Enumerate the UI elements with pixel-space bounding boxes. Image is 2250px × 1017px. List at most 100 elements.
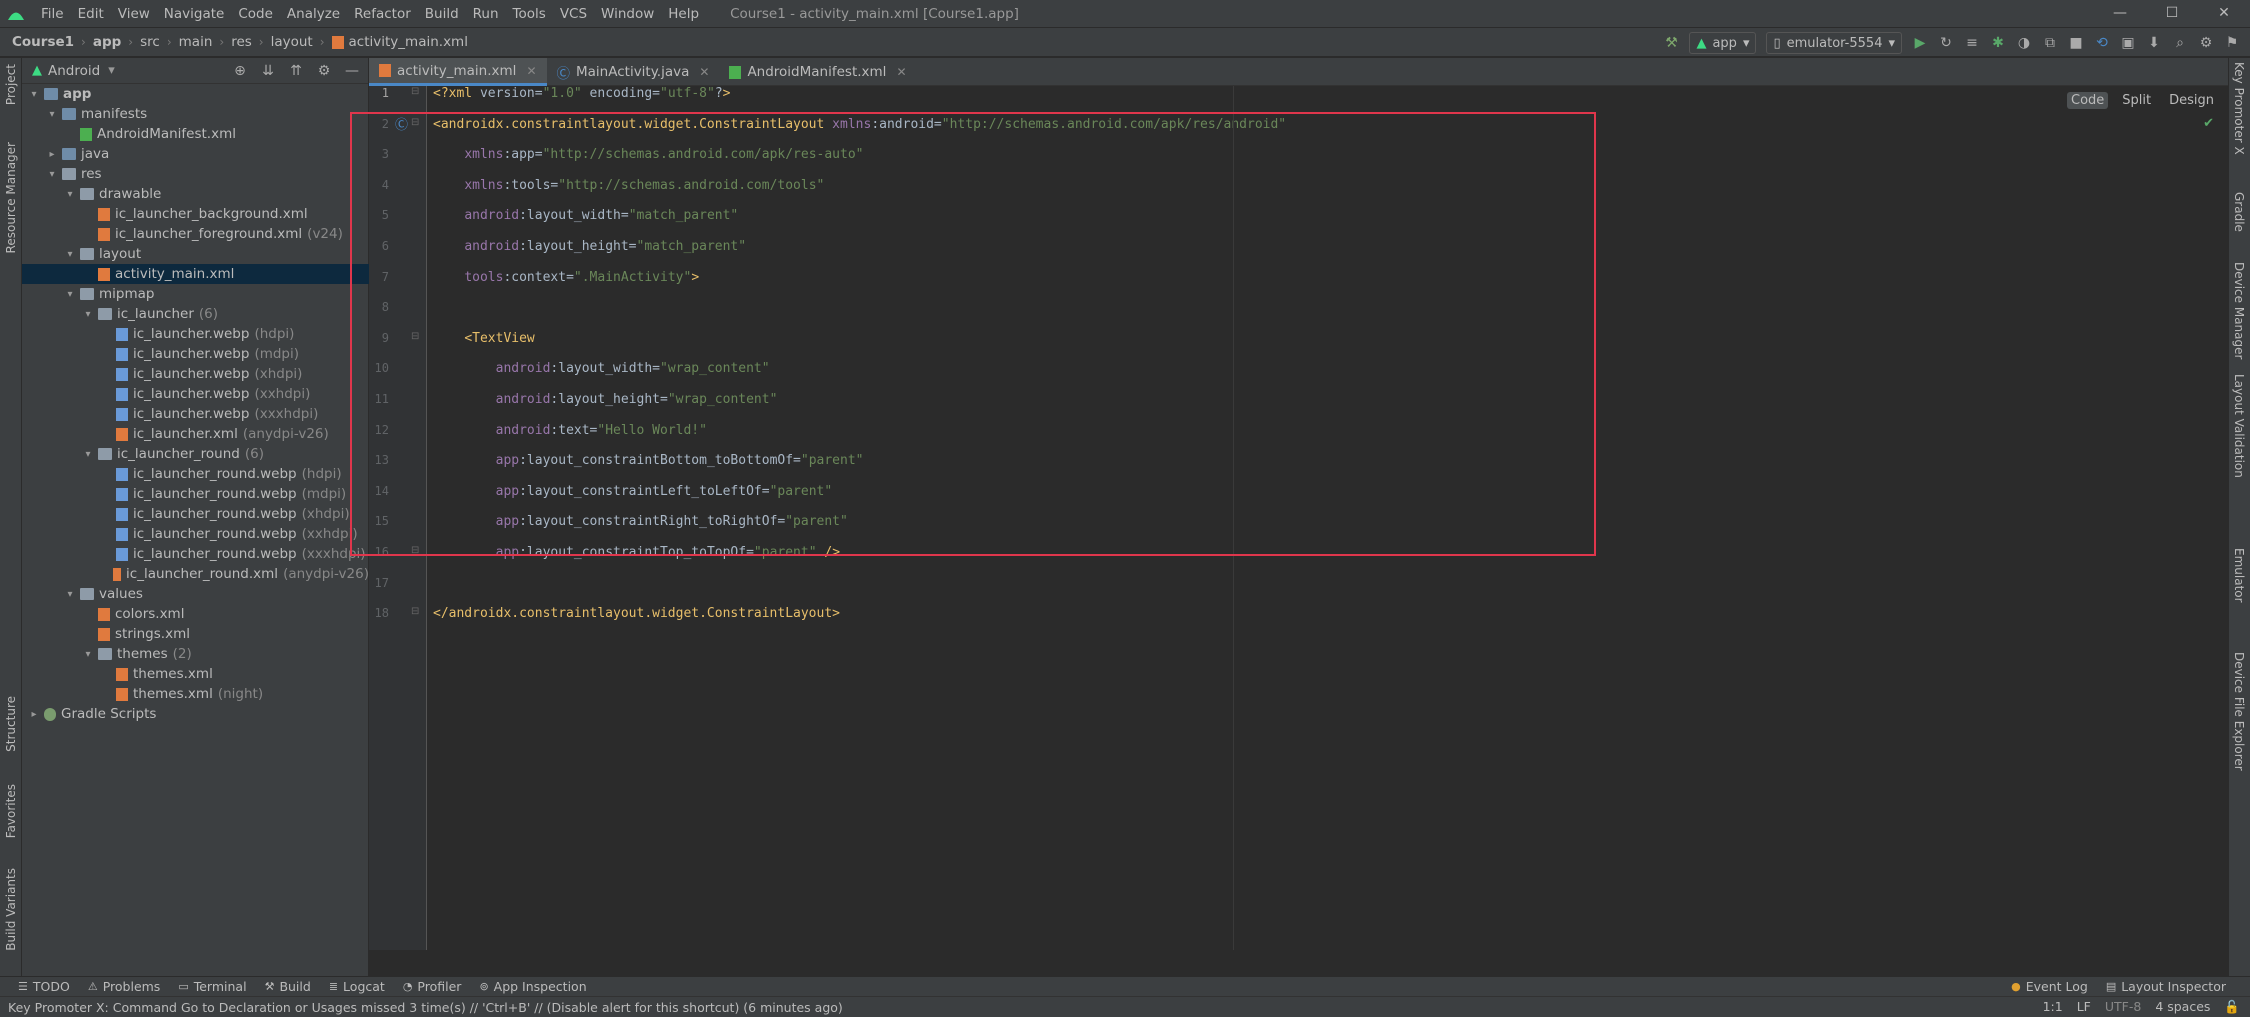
tree-item[interactable]: ic_launcher_round.webp (hdpi) <box>22 464 369 484</box>
fold-marker-icon[interactable]: ⊟ <box>411 117 419 128</box>
chevron-down-icon[interactable]: ▾ <box>64 249 76 260</box>
sdk-manager-icon[interactable]: ⬇ <box>2146 35 2162 51</box>
tree-item[interactable]: ▾ ic_launcher (6) <box>22 304 369 324</box>
tool-window-todo[interactable]: ☰ TODO <box>18 979 70 994</box>
tree-item[interactable]: ic_launcher.webp (hdpi) <box>22 324 369 344</box>
chevron-down-icon[interactable]: ▾ <box>82 649 94 660</box>
tree-item[interactable]: ic_launcher_round.xml (anydpi-v26) <box>22 564 369 584</box>
code-editor[interactable]: 1 2 3 4 5 6 7 8 9 10 11 12 13 14 15 16 17 18 Ⓒ ⊟ ⊟ ⊟ ⊟ ⊟ <?xml … <box>369 86 2228 950</box>
editor-tab[interactable]: Ⓒ MainActivity.java ✕ <box>547 58 720 86</box>
close-icon[interactable]: ✕ <box>526 64 536 78</box>
design-view-button[interactable]: Design <box>2165 92 2218 109</box>
fold-marker-icon[interactable]: ⊟ <box>411 331 419 342</box>
close-icon[interactable]: ✕ <box>699 65 709 79</box>
menu-item-help[interactable]: Help <box>661 6 706 22</box>
search-icon[interactable]: ⌕ <box>2172 35 2188 51</box>
menu-item-edit[interactable]: Edit <box>71 6 111 22</box>
menu-item-view[interactable]: View <box>111 6 157 22</box>
favorites-tool-tab[interactable]: Favorites <box>0 784 22 838</box>
menu-item-vcs[interactable]: VCS <box>553 6 594 22</box>
tree-item[interactable]: ic_launcher_round.webp (xhdpi) <box>22 504 369 524</box>
device-manager-tool-tab[interactable]: Device Manager <box>2228 262 2250 359</box>
tool-window-logcat[interactable]: ≣ Logcat <box>329 979 385 994</box>
caret-position[interactable]: 1:1 <box>2043 999 2063 1015</box>
project-view-select[interactable]: Android <box>48 63 100 79</box>
tree-item[interactable]: ic_launcher.xml (anydpi-v26) <box>22 424 369 444</box>
project-tool-tab[interactable]: Project <box>0 64 22 105</box>
tree-item[interactable]: AndroidManifest.xml <box>22 124 369 144</box>
attach-debugger-icon[interactable]: ⧉ <box>2042 35 2058 51</box>
chevron-down-icon[interactable]: ▾ <box>82 449 94 460</box>
tool-window-build[interactable]: ⚒ Build <box>265 979 311 994</box>
breadcrumb-item[interactable]: app <box>93 34 121 50</box>
expand-all-icon[interactable]: ⇊ <box>260 63 276 79</box>
breadcrumb-item[interactable]: activity_main.xml <box>349 34 468 50</box>
menu-item-build[interactable]: Build <box>418 6 466 22</box>
chevron-right-icon[interactable]: ▸ <box>46 149 58 160</box>
code-view-button[interactable]: Code <box>2067 92 2109 109</box>
device-file-explorer-tool-tab[interactable]: Device File Explorer <box>2228 652 2250 771</box>
editor-tab[interactable]: AndroidManifest.xml ✕ <box>719 58 916 86</box>
build-variants-tool-tab[interactable]: Build Variants <box>0 868 22 951</box>
key-promoter-tool-tab[interactable]: Key Promoter X <box>2228 62 2250 155</box>
tree-item[interactable]: ▸ Gradle Scripts <box>22 704 369 724</box>
menu-item-code[interactable]: Code <box>231 6 280 22</box>
maximize-icon[interactable]: ☐ <box>2146 0 2198 27</box>
tree-item[interactable]: ic_launcher_round.webp (mdpi) <box>22 484 369 504</box>
chevron-down-icon[interactable]: ▾ <box>64 289 76 300</box>
rerun-icon[interactable]: ↻ <box>1938 35 1954 51</box>
chevron-down-icon[interactable]: ▾ <box>46 169 58 180</box>
fold-marker-icon[interactable]: ⊟ <box>411 86 419 97</box>
code-with-me-icon[interactable]: ⚑ <box>2224 35 2240 51</box>
editor-tab[interactable]: activity_main.xml ✕ <box>369 58 547 86</box>
breadcrumb-item[interactable]: layout <box>271 34 313 50</box>
profile-icon[interactable]: ◑ <box>2016 35 2032 51</box>
collapse-all-icon[interactable]: ⇈ <box>288 63 304 79</box>
device-manager-icon[interactable]: ▣ <box>2120 35 2136 51</box>
emulator-tool-tab[interactable]: Emulator <box>2228 548 2250 603</box>
tree-item[interactable]: strings.xml <box>22 624 369 644</box>
run-config-select[interactable]: ▲ app ▾ <box>1689 32 1757 54</box>
tree-item[interactable]: ic_launcher.webp (xxhdpi) <box>22 384 369 404</box>
tree-item[interactable]: themes.xml <box>22 664 369 684</box>
tool-window-app-inspection[interactable]: ⊚ App Inspection <box>479 979 586 994</box>
tool-window-profiler[interactable]: ◔ Profiler <box>403 979 462 994</box>
tree-item[interactable]: ▾ layout <box>22 244 369 264</box>
tool-window-terminal[interactable]: ▭ Terminal <box>178 979 246 994</box>
apply-changes-icon[interactable]: ≡ <box>1964 35 1980 51</box>
hide-icon[interactable]: — <box>344 63 360 79</box>
tree-item[interactable]: ic_launcher_background.xml <box>22 204 369 224</box>
chevron-down-icon[interactable]: ▾ <box>108 63 115 78</box>
menu-item-window[interactable]: Window <box>594 6 661 22</box>
menu-item-refactor[interactable]: Refactor <box>347 6 418 22</box>
tree-item[interactable]: ▾ themes (2) <box>22 644 369 664</box>
tool-window-event-log[interactable]: ● Event Log <box>2011 979 2088 994</box>
tree-item[interactable]: ▾ ic_launcher_round (6) <box>22 444 369 464</box>
chevron-down-icon[interactable]: ▾ <box>64 189 76 200</box>
chevron-down-icon[interactable]: ▾ <box>82 309 94 320</box>
line-separator[interactable]: LF <box>2077 999 2091 1015</box>
class-reference-icon[interactable]: Ⓒ <box>395 114 408 133</box>
chevron-right-icon[interactable]: ▸ <box>28 709 40 720</box>
locate-icon[interactable]: ⊕ <box>232 63 248 79</box>
tree-item[interactable]: ▾ values <box>22 584 369 604</box>
tree-item[interactable]: ic_launcher_round.webp (xxhdpi) <box>22 524 369 544</box>
file-encoding[interactable]: UTF-8 <box>2105 999 2141 1015</box>
menu-item-analyze[interactable]: Analyze <box>280 6 347 22</box>
menu-item-file[interactable]: File <box>34 6 71 22</box>
tree-item[interactable]: ▾ res <box>22 164 369 184</box>
close-icon[interactable]: ✕ <box>896 65 906 79</box>
stop-icon[interactable]: ■ <box>2068 35 2084 51</box>
resource-manager-tool-tab[interactable]: Resource Manager <box>0 142 22 253</box>
tool-window-layout-inspector[interactable]: ▤ Layout Inspector <box>2106 979 2226 994</box>
indent-setting[interactable]: 4 spaces <box>2155 999 2210 1015</box>
split-view-button[interactable]: Split <box>2118 92 2155 109</box>
device-select[interactable]: ▯ emulator-5554 ▾ <box>1766 32 1902 54</box>
close-icon[interactable]: ✕ <box>2198 0 2250 27</box>
layout-validation-tool-tab[interactable]: Layout Validation <box>2228 374 2250 478</box>
status-message[interactable]: Key Promoter X: Command Go to Declaratio… <box>8 1000 843 1015</box>
tree-item[interactable]: activity_main.xml <box>22 264 369 284</box>
tree-item[interactable]: ic_launcher.webp (mdpi) <box>22 344 369 364</box>
menu-item-tools[interactable]: Tools <box>506 6 553 22</box>
breadcrumb-item[interactable]: res <box>231 34 252 50</box>
